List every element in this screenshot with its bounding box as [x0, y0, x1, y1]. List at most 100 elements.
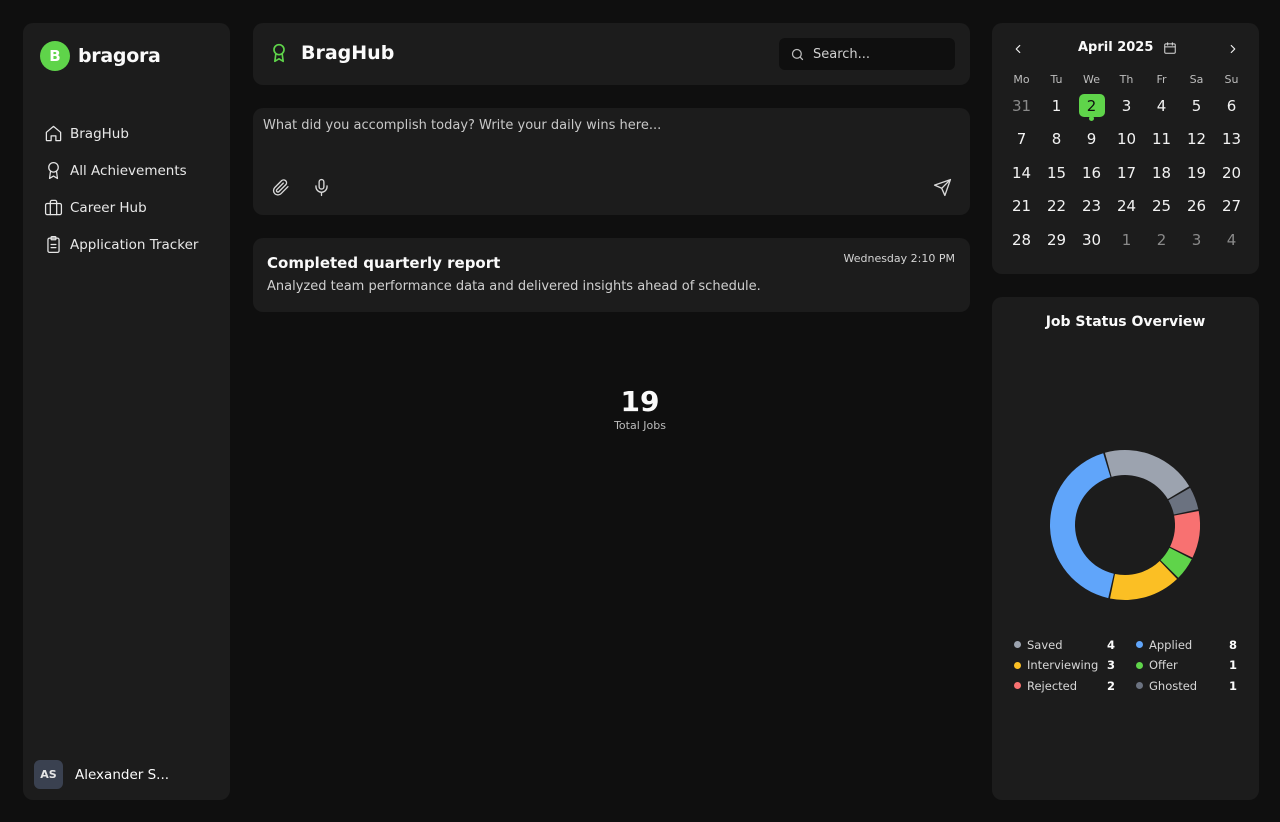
calendar-day-number: 8	[1051, 130, 1062, 149]
calendar-day[interactable]: 29	[1039, 223, 1074, 257]
sidebar-item-label: Career Hub	[70, 199, 147, 216]
calendar-month-picker[interactable]: April 2025	[1078, 40, 1177, 55]
donut-slice-applied[interactable]	[1050, 453, 1114, 599]
calendar-day-number: 17	[1116, 163, 1137, 182]
calendar-day-today[interactable]: 2	[1074, 89, 1109, 123]
calendar-day-number: 3	[1191, 230, 1202, 249]
calendar-day[interactable]: 13	[1214, 123, 1249, 157]
home-icon	[45, 125, 62, 142]
calendar-day[interactable]: 7	[1004, 123, 1039, 157]
brand[interactable]: B bragora	[40, 41, 161, 71]
prev-month-button[interactable]	[1008, 39, 1028, 59]
calendar-day[interactable]: 3	[1109, 89, 1144, 123]
weekday-label: Tu	[1050, 73, 1063, 86]
user-profile[interactable]: AS Alexander S...	[34, 760, 169, 789]
calendar-day-number: 24	[1116, 197, 1137, 216]
legend-value: 2	[1106, 678, 1115, 693]
calendar-day-number: 2	[1156, 230, 1167, 249]
calendar-day[interactable]: 8	[1039, 123, 1074, 157]
calendar-day[interactable]: 3	[1179, 223, 1214, 257]
calendar-day[interactable]: 9	[1074, 123, 1109, 157]
donut-slice-interviewing[interactable]	[1110, 561, 1178, 600]
search-input[interactable]	[813, 46, 943, 62]
legend-label: Interviewing	[1027, 658, 1099, 673]
calendar-day-number: 16	[1081, 163, 1102, 182]
calendar-day-number: 21	[1011, 197, 1032, 216]
total-jobs-value: 19	[620, 385, 660, 418]
achievement-card[interactable]: Completed quarterly report Analyzed team…	[253, 238, 970, 312]
next-month-button[interactable]	[1223, 39, 1243, 59]
calendar-day-number: 1	[1121, 230, 1132, 249]
legend-value: 1	[1228, 678, 1237, 693]
calendar-day[interactable]: 12	[1179, 123, 1214, 157]
attach-button[interactable]	[268, 175, 292, 199]
sidebar-item-braghub[interactable]: BragHub	[44, 115, 198, 152]
calendar-day[interactable]: 14	[1004, 156, 1039, 190]
calendar-day[interactable]: 1	[1039, 89, 1074, 123]
calendar-day[interactable]: 22	[1039, 190, 1074, 224]
calendar-month-label: April 2025	[1078, 40, 1154, 55]
sidebar-item-all-achievements[interactable]: All Achievements	[44, 152, 198, 189]
legend-swatch	[1136, 661, 1143, 669]
page-title: BragHub	[269, 41, 394, 65]
award-icon	[273, 43, 285, 63]
legend-value: 3	[1106, 658, 1115, 673]
calendar-day[interactable]: 17	[1109, 156, 1144, 190]
header: BragHub	[253, 23, 970, 85]
calendar-day-number: 10	[1116, 130, 1137, 149]
calendar-day[interactable]: 25	[1144, 190, 1179, 224]
calendar-day[interactable]: 30	[1074, 223, 1109, 257]
legend-item-ghosted: Ghosted 1	[1136, 678, 1237, 694]
calendar-day[interactable]: 4	[1214, 223, 1249, 257]
calendar-day[interactable]: 16	[1074, 156, 1109, 190]
chart-title: Job Status Overview	[1045, 314, 1206, 330]
calendar-day[interactable]: 4	[1144, 89, 1179, 123]
calendar-day-number: 5	[1191, 96, 1202, 115]
calendar-day[interactable]: 28	[1004, 223, 1039, 257]
calendar-day[interactable]: 23	[1074, 190, 1109, 224]
calendar-day-number: 18	[1151, 163, 1172, 182]
calendar-day[interactable]: 20	[1214, 156, 1249, 190]
calendar-icon	[1164, 41, 1177, 54]
calendar-day-number: 4	[1226, 230, 1237, 249]
calendar-day[interactable]: 19	[1179, 156, 1214, 190]
calendar-day-number: 22	[1046, 197, 1067, 216]
legend-value: 4	[1106, 637, 1115, 652]
calendar-day-number: 12	[1186, 130, 1207, 149]
legend-item-saved: Saved 4	[1014, 637, 1115, 653]
send-button[interactable]	[930, 175, 954, 199]
voice-input-button[interactable]	[309, 175, 333, 199]
calendar-day-number: 9	[1086, 130, 1097, 149]
calendar-day[interactable]: 5	[1179, 89, 1214, 123]
weekday-label: Mo	[1013, 73, 1030, 86]
calendar-day[interactable]: 1	[1109, 223, 1144, 257]
legend-swatch	[1014, 641, 1021, 649]
calendar-day[interactable]: 15	[1039, 156, 1074, 190]
weekday-label: Th	[1119, 73, 1134, 86]
calendar-day[interactable]: 11	[1144, 123, 1179, 157]
job-status-donut-chart	[1050, 450, 1200, 600]
calendar-day[interactable]: 24	[1109, 190, 1144, 224]
calendar-day-number: 23	[1081, 197, 1102, 216]
sidebar-item-application-tracker[interactable]: Application Tracker	[44, 226, 198, 263]
calendar-day[interactable]: 6	[1214, 89, 1249, 123]
calendar-day[interactable]: 2	[1144, 223, 1179, 257]
calendar-day[interactable]: 27	[1214, 190, 1249, 224]
weekday-label: We	[1083, 73, 1100, 86]
calendar-day[interactable]: 18	[1144, 156, 1179, 190]
search-box[interactable]	[779, 38, 955, 70]
sidebar-item-career-hub[interactable]: Career Hub	[44, 189, 198, 226]
chevron-left-icon	[1015, 44, 1021, 54]
send-icon	[933, 178, 951, 196]
calendar-day-number: 25	[1151, 197, 1172, 216]
calendar-grid: Mo Tu We Th Fr Sa Su 31 1 2 3 4 5 6 7 8 9 10 11 12 13 14 15 16 1…	[1004, 73, 1249, 257]
donut-slice-saved[interactable]	[1104, 450, 1190, 500]
weekday-label: Fr	[1156, 73, 1167, 86]
calendar-day[interactable]: 10	[1109, 123, 1144, 157]
achievement-input[interactable]	[263, 118, 953, 158]
calendar-day-number: 28	[1011, 230, 1032, 249]
calendar-day[interactable]: 21	[1004, 190, 1039, 224]
calendar-day[interactable]: 26	[1179, 190, 1214, 224]
calendar-day[interactable]: 31	[1004, 89, 1039, 123]
calendar-day-number: 19	[1186, 163, 1207, 182]
